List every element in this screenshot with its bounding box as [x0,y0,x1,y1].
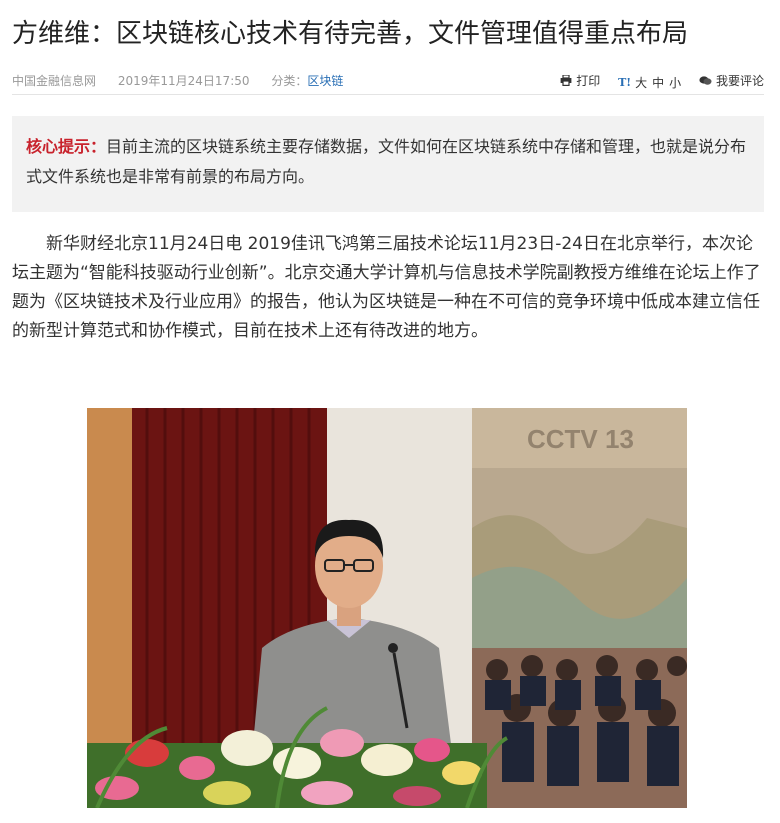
comment-button[interactable]: 我要评论 [699,72,764,89]
category-link[interactable]: 区块链 [307,74,343,88]
article-body: 新华财经北京11月24日电 2019佳讯飞鸿第三届技术论坛11月23日-24日在… [12,234,761,341]
font-size-small[interactable]: 小 [669,74,681,91]
key-tip-text: 目前主流的区块链系统主要存储数据，文件如何在区块链系统中存储和管理，也就是说分布… [26,137,747,186]
article-title: 方维维：区块链核心技术有待完善，文件管理值得重点布局 [12,19,689,49]
article-meta: 中国金融信息网 2019年11月24日17:50 分类：区块链 打印 T! 大 … [12,70,764,95]
key-tip-label: 核心提示： [26,137,107,156]
screen-logo: CCTV 13 [527,424,634,454]
source-name: 中国金融信息网 [12,74,97,88]
font-size-medium[interactable]: 中 [652,74,664,91]
text-size-icon: T! [618,76,632,89]
key-tip-box: 核心提示：目前主流的区块链系统主要存储数据，文件如何在区块链系统中存储和管理，也… [12,116,764,212]
article-photo: CCTV 13 [87,408,687,808]
chat-bubble-icon [699,76,712,85]
category-group: 分类：区块链 [271,74,343,88]
font-size-large[interactable]: 大 [635,74,647,91]
print-label: 打印 [576,74,601,88]
speaker-photo-illustration: CCTV 13 [87,408,687,808]
publish-datetime: 2019年11月24日17:50 [117,74,250,88]
comment-label: 我要评论 [715,74,764,88]
font-size-control: T! 大 中 小 [618,74,681,91]
printer-icon [560,75,572,86]
article-tools: 打印 T! 大 中 小 我要评论 [546,72,764,91]
meta-left: 中国金融信息网 2019年11月24日17:50 分类：区块链 [12,72,361,89]
category-label: 分类： [271,74,308,88]
print-button[interactable]: 打印 [560,72,600,89]
